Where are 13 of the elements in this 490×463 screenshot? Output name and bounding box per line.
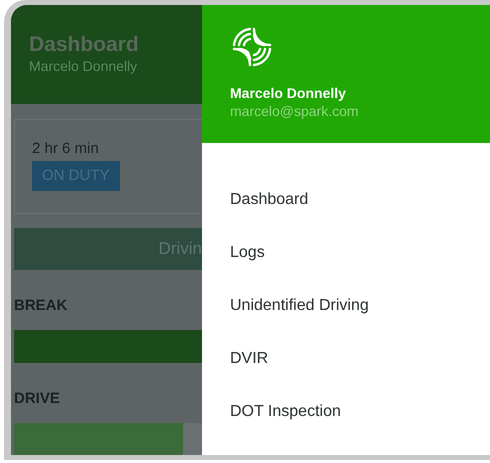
- user-email: marcelo@spark.com: [230, 102, 360, 120]
- menu-item[interactable]: DVIR: [202, 332, 490, 385]
- page-title: Dashboard: [29, 33, 140, 57]
- menu-item[interactable]: Unidentified Driving: [202, 279, 490, 332]
- section-label: BREAK: [14, 296, 68, 316]
- logo-icon: [230, 25, 274, 69]
- section-label: DRIVE: [14, 388, 61, 409]
- menu-item[interactable]: Dashboard: [202, 173, 490, 226]
- menu-item[interactable]: Logs: [202, 226, 490, 279]
- duty-time: 2 hr 6 min: [32, 138, 100, 159]
- driver-name: Marcelo Donnelly: [29, 57, 138, 75]
- menu-item[interactable]: DOT Inspection: [202, 385, 490, 438]
- user-name: Marcelo Donnelly: [230, 84, 347, 102]
